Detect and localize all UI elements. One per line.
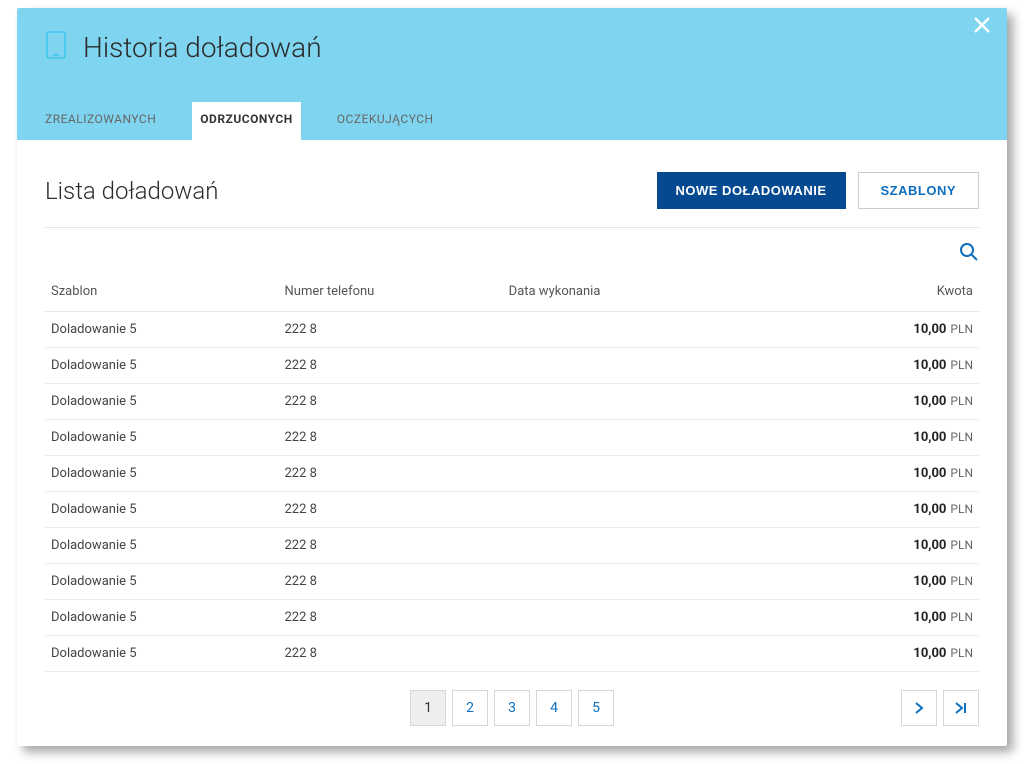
page-3-button[interactable]: 3	[494, 690, 530, 726]
cell-date	[503, 348, 839, 384]
modal-body: Lista doładowań NOWE DOŁADOWANIE SZABLON…	[17, 140, 1007, 746]
tabs: ZREALIZOWANYCH ODRZUCONYCH OCZEKUJĄCYCH	[45, 102, 979, 140]
cell-date	[503, 600, 839, 636]
table-row[interactable]: Doladowanie 5222 8 10,00PLN	[45, 312, 979, 348]
next-page-button[interactable]	[901, 690, 937, 726]
cell-template: Doladowanie 5	[45, 600, 279, 636]
cell-amount: 10,00PLN	[839, 312, 979, 348]
cell-amount: 10,00PLN	[839, 348, 979, 384]
cell-date	[503, 312, 839, 348]
pagination: 12345	[45, 690, 979, 726]
cell-phone: 222 8	[279, 456, 503, 492]
cell-amount: 10,00PLN	[839, 528, 979, 564]
new-topup-button[interactable]: NOWE DOŁADOWANIE	[657, 172, 846, 209]
table-row[interactable]: Doladowanie 5222 8 10,00PLN	[45, 564, 979, 600]
tab-zrealizowanych[interactable]: ZREALIZOWANYCH	[45, 102, 156, 140]
modal: Historia doładowań ZREALIZOWANYCH ODRZUCO…	[17, 8, 1007, 746]
cell-amount: 10,00PLN	[839, 456, 979, 492]
cell-date	[503, 528, 839, 564]
cell-template: Doladowanie 5	[45, 636, 279, 672]
cell-phone: 222 8	[279, 492, 503, 528]
cell-date	[503, 456, 839, 492]
cell-phone: 222 8	[279, 420, 503, 456]
table-row[interactable]: Doladowanie 5222 8 10,00PLN	[45, 384, 979, 420]
cell-template: Doladowanie 5	[45, 528, 279, 564]
cell-amount: 10,00PLN	[839, 492, 979, 528]
cell-amount: 10,00PLN	[839, 636, 979, 672]
cell-template: Doladowanie 5	[45, 420, 279, 456]
cell-phone: 222 8	[279, 564, 503, 600]
phone-icon	[45, 30, 67, 64]
cell-amount: 10,00PLN	[839, 384, 979, 420]
col-amount: Kwota	[839, 276, 979, 312]
cell-template: Doladowanie 5	[45, 456, 279, 492]
table-row[interactable]: Doladowanie 5222 8 10,00PLN	[45, 636, 979, 672]
cell-template: Doladowanie 5	[45, 564, 279, 600]
table-row[interactable]: Doladowanie 5222 8 10,00PLN	[45, 528, 979, 564]
col-template: Szablon	[45, 276, 279, 312]
cell-date	[503, 492, 839, 528]
table-row[interactable]: Doladowanie 5222 8 10,00PLN	[45, 456, 979, 492]
cell-template: Doladowanie 5	[45, 492, 279, 528]
cell-date	[503, 636, 839, 672]
table-row[interactable]: Doladowanie 5222 8 10,00PLN	[45, 600, 979, 636]
cell-phone: 222 8	[279, 384, 503, 420]
cell-date	[503, 384, 839, 420]
page-2-button[interactable]: 2	[452, 690, 488, 726]
templates-button[interactable]: SZABLONY	[858, 172, 980, 209]
close-icon[interactable]	[973, 16, 991, 39]
tab-odrzuconych[interactable]: ODRZUCONYCH	[192, 102, 300, 141]
search-icon[interactable]	[959, 242, 979, 266]
cell-phone: 222 8	[279, 600, 503, 636]
cell-phone: 222 8	[279, 636, 503, 672]
page-1-button[interactable]: 1	[410, 690, 446, 726]
page-title: Historia doładowań	[83, 31, 322, 64]
cell-phone: 222 8	[279, 348, 503, 384]
cell-template: Doladowanie 5	[45, 348, 279, 384]
topups-table: Szablon Numer telefonu Data wykonania Kw…	[45, 276, 979, 672]
table-row[interactable]: Doladowanie 5222 8 10,00PLN	[45, 492, 979, 528]
tab-oczekujących[interactable]: OCZEKUJĄCYCH	[337, 102, 434, 140]
col-phone: Numer telefonu	[279, 276, 503, 312]
cell-phone: 222 8	[279, 528, 503, 564]
col-date: Data wykonania	[503, 276, 839, 312]
last-page-button[interactable]	[943, 690, 979, 726]
table-row[interactable]: Doladowanie 5222 8 10,00PLN	[45, 420, 979, 456]
page-5-button[interactable]: 5	[578, 690, 614, 726]
table-row[interactable]: Doladowanie 5222 8 10,00PLN	[45, 348, 979, 384]
cell-template: Doladowanie 5	[45, 312, 279, 348]
page-4-button[interactable]: 4	[536, 690, 572, 726]
cell-date	[503, 420, 839, 456]
cell-phone: 222 8	[279, 312, 503, 348]
cell-template: Doladowanie 5	[45, 384, 279, 420]
cell-amount: 10,00PLN	[839, 564, 979, 600]
cell-date	[503, 564, 839, 600]
cell-amount: 10,00PLN	[839, 420, 979, 456]
modal-header: Historia doładowań ZREALIZOWANYCH ODRZUCO…	[17, 8, 1007, 140]
list-title: Lista doładowań	[45, 177, 218, 205]
cell-amount: 10,00PLN	[839, 600, 979, 636]
